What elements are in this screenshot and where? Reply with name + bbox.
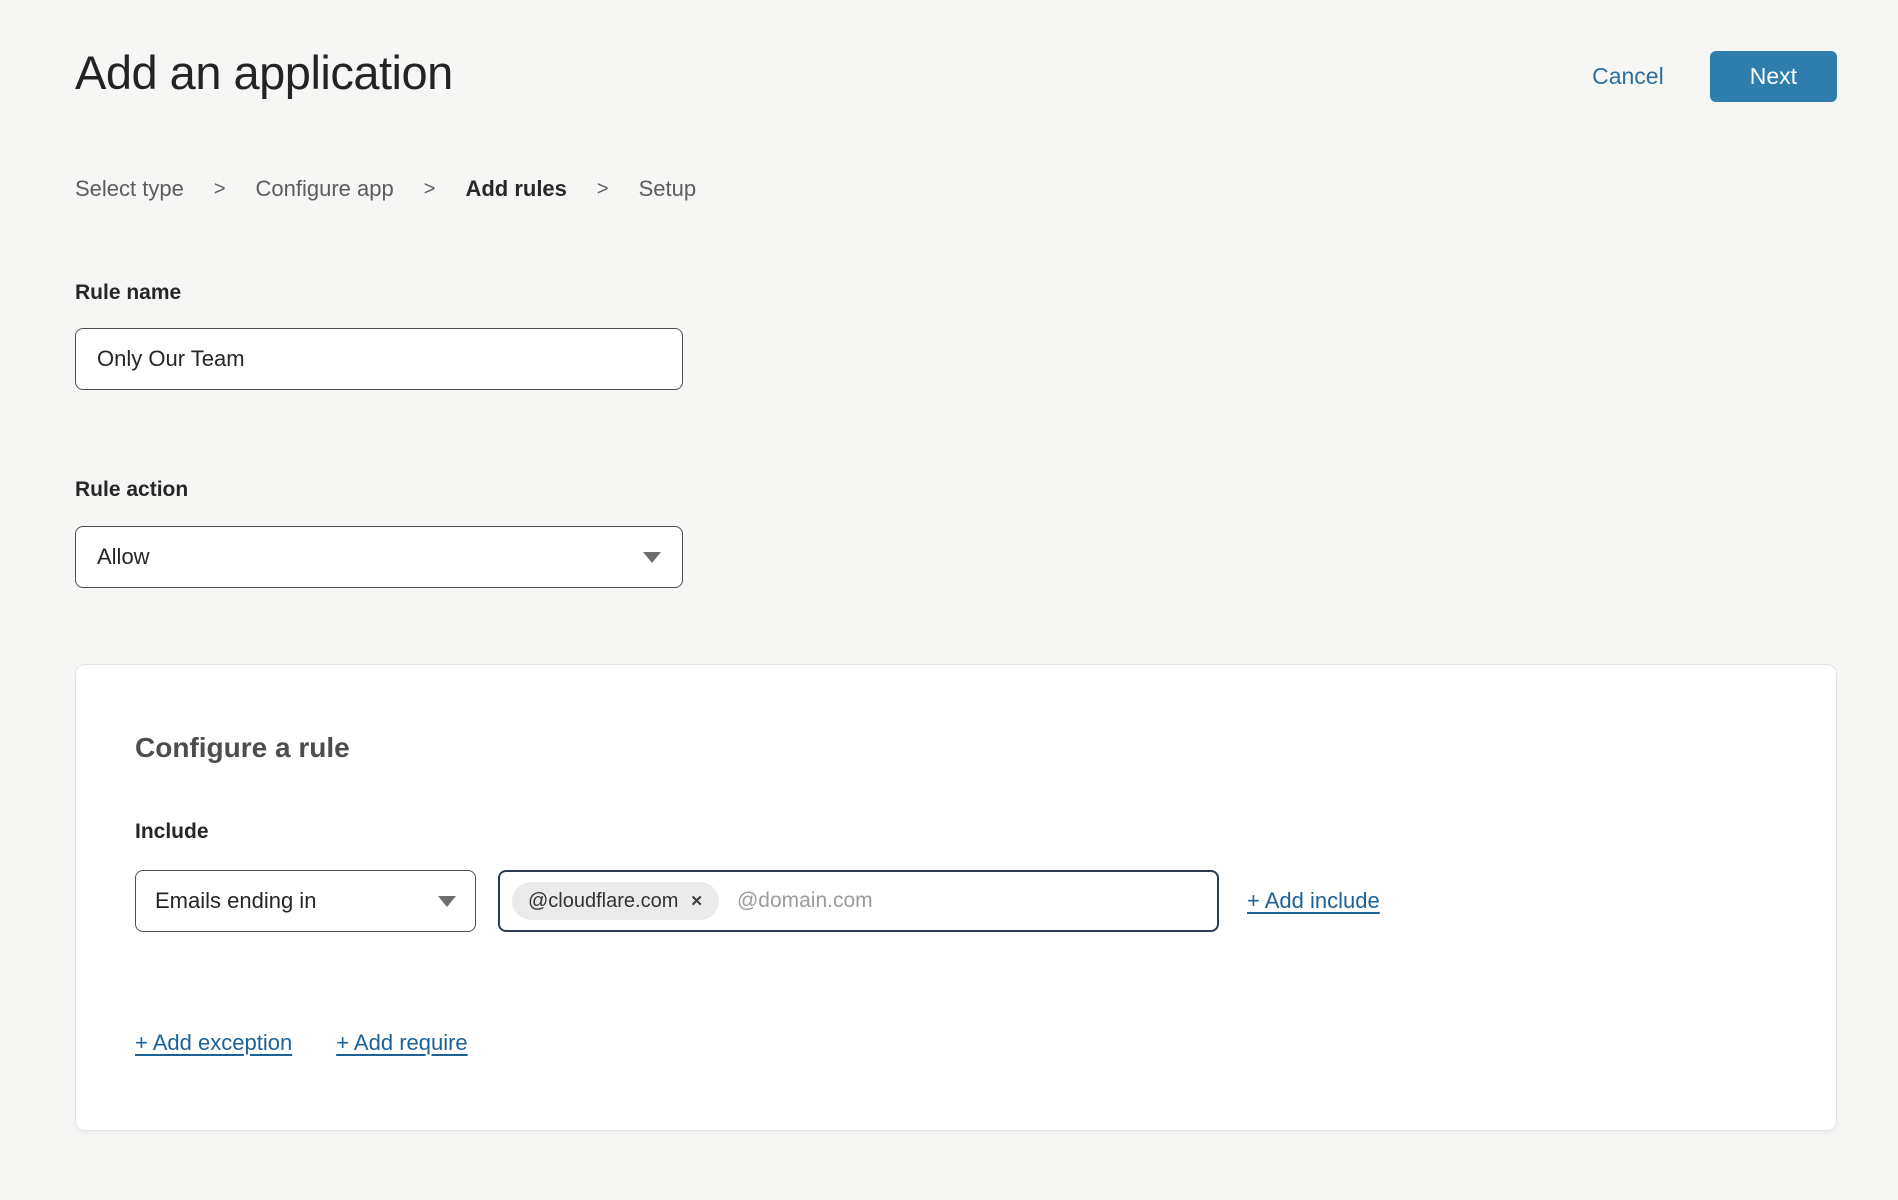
add-application-page: Add an application Cancel Next Select ty… [0,0,1898,1200]
remove-tag-icon[interactable]: ✕ [690,894,703,909]
header-actions: Cancel Next [1592,51,1837,102]
configure-rule-card: Configure a rule Include Emails ending i… [75,664,1837,1131]
rule-action-select[interactable]: Allow [75,526,683,588]
breadcrumb: Select type > Configure app > Add rules … [75,176,1837,202]
rule-name-label: Rule name [75,281,1837,305]
breadcrumb-separator: > [214,178,226,201]
include-value-tag-input[interactable]: @cloudflare.com ✕ [498,870,1219,932]
include-rule-row: Emails ending in @cloudflare.com ✕ + Add… [135,870,1836,932]
page-header: Add an application Cancel Next [75,45,1837,102]
breadcrumb-step-configure-app[interactable]: Configure app [256,176,394,202]
breadcrumb-separator: > [424,178,436,201]
page-title: Add an application [75,45,453,100]
add-exception-link[interactable]: + Add exception [135,1030,292,1056]
chevron-down-icon [643,552,661,563]
breadcrumb-step-setup[interactable]: Setup [639,176,697,202]
include-label: Include [135,820,1836,844]
add-require-link[interactable]: + Add require [336,1030,467,1056]
email-domain-input[interactable] [737,889,1205,913]
next-button[interactable]: Next [1710,51,1837,102]
breadcrumb-separator: > [597,178,609,201]
rule-name-input[interactable] [75,328,683,390]
add-include-link[interactable]: + Add include [1247,888,1380,914]
rule-extra-links: + Add exception + Add require [135,1030,1836,1056]
email-domain-tag: @cloudflare.com ✕ [512,882,719,920]
cancel-button[interactable]: Cancel [1592,63,1664,90]
rule-action-selected-value: Allow [97,544,150,570]
configure-rule-title: Configure a rule [135,732,1836,764]
include-selector-value: Emails ending in [155,888,316,914]
include-selector-select[interactable]: Emails ending in [135,870,476,932]
breadcrumb-step-select-type[interactable]: Select type [75,176,184,202]
breadcrumb-step-add-rules: Add rules [465,176,566,202]
rule-action-label: Rule action [75,478,1837,502]
chevron-down-icon [438,896,456,907]
email-domain-tag-value: @cloudflare.com [528,890,678,913]
